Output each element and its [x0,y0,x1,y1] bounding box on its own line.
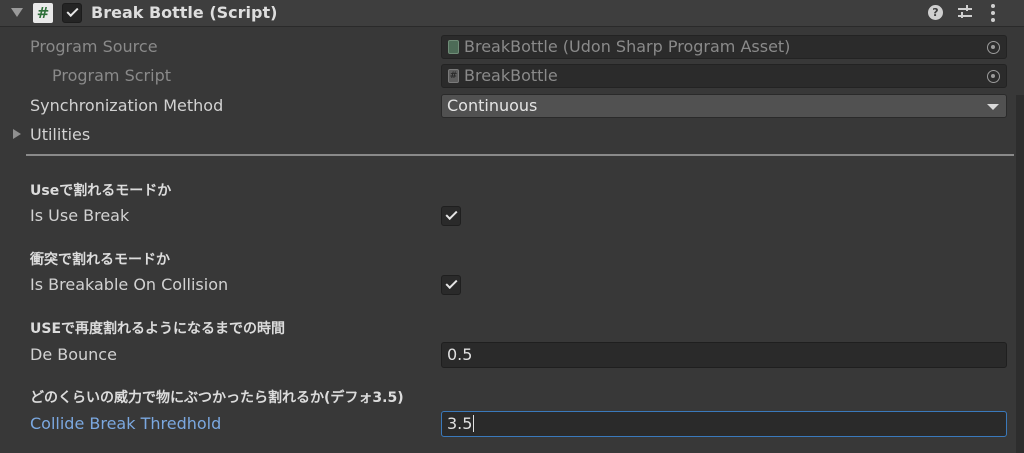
collide-break-threshold-label: Collide Break Thredhold [30,414,222,433]
component-title: Break Bottle (Script) [91,3,278,22]
utilities-foldout-arrow-icon[interactable] [13,129,21,139]
field-header: USEで再度割れるようになるまでの時間 [30,321,286,337]
component-header: # Break Bottle (Script) ? [0,0,1024,27]
de-bounce-label: De Bounce [30,345,117,364]
help-icon[interactable]: ? [928,5,943,20]
object-picker-icon[interactable] [987,70,1000,83]
field-header: Useで割れるモードか [30,183,172,199]
collide-break-threshold-value: 3.5 [447,414,475,433]
program-script-field[interactable]: # BreakBottle [441,64,1007,88]
csharp-script-icon: # [33,3,53,23]
preset-sliders-icon[interactable] [957,4,973,21]
de-bounce-value: 0.5 [447,345,473,364]
program-source-label: Program Source [30,37,158,56]
collide-break-threshold-input[interactable]: 3.5 [441,411,1007,437]
inspector-scrollbar[interactable] [1016,95,1024,453]
text-caret [473,415,475,432]
program-script-value: BreakBottle [464,66,558,85]
object-picker-icon[interactable] [987,41,1000,54]
sync-method-label: Synchronization Method [30,96,224,115]
field-header: 衝突で割れるモードか [30,252,170,268]
is-breakable-on-collision-checkbox[interactable] [441,275,461,295]
csharp-file-icon: # [448,69,459,83]
checkmark-icon [66,4,79,18]
divider [26,154,1014,156]
kebab-menu-icon[interactable] [991,4,995,22]
chevron-down-icon [987,104,999,110]
program-source-value: BreakBottle (Udon Sharp Program Asset) [464,37,791,56]
sync-method-dropdown[interactable]: Continuous [441,94,1007,118]
field-header: どのくらいの威力で物にぶつかったら割れるか(デフォ3.5) [30,390,404,406]
checkmark-icon [445,207,458,221]
component-enable-toggle[interactable] [62,3,82,23]
sync-method-value: Continuous [447,96,538,115]
checkmark-icon [445,276,458,290]
foldout-arrow-icon[interactable] [11,8,23,17]
program-source-field[interactable]: BreakBottle (Udon Sharp Program Asset) [441,35,1007,59]
is-breakable-on-collision-label: Is Breakable On Collision [30,275,229,294]
de-bounce-input[interactable]: 0.5 [441,342,1007,368]
is-use-break-checkbox[interactable] [441,206,461,226]
udon-program-asset-icon [448,40,459,54]
is-use-break-label: Is Use Break [30,206,130,225]
utilities-foldout[interactable]: Utilities [30,125,90,145]
program-script-label: Program Script [52,66,171,85]
